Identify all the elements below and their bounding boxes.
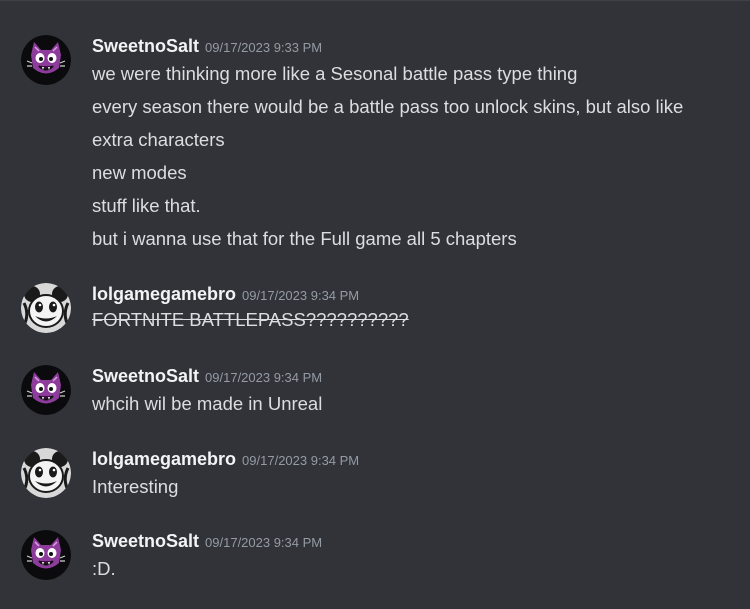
username[interactable]: SweetnoSalt [92,36,199,56]
message-header: lolgamegamebro 09/17/2023 9:34 PM [92,283,359,305]
message-header: lolgamegamebro 09/17/2023 9:34 PM [92,448,359,470]
username[interactable]: SweetnoSalt [92,366,199,386]
timestamp[interactable]: 09/17/2023 9:33 PM [205,40,322,55]
mascot-avatar-icon [21,448,71,498]
message-text: stuff like that. [92,195,201,216]
avatar[interactable] [21,448,71,498]
timestamp[interactable]: 09/17/2023 9:34 PM [205,535,322,550]
avatar[interactable] [21,35,71,85]
avatar[interactable] [21,283,71,333]
avatar[interactable] [21,530,71,580]
mascot-avatar-icon [21,283,71,333]
avatar[interactable] [21,365,71,415]
timestamp[interactable]: 09/17/2023 9:34 PM [242,288,359,303]
cat-avatar-icon [21,530,71,580]
username[interactable]: lolgamegamebro [92,284,236,304]
username[interactable]: lolgamegamebro [92,449,236,469]
message-text: FORTNITE BATTLEPASS?????????? [92,309,409,330]
message-header: SweetnoSalt 09/17/2023 9:33 PM [92,35,322,57]
message-text: Interesting [92,476,179,497]
timestamp[interactable]: 09/17/2023 9:34 PM [242,453,359,468]
timestamp[interactable]: 09/17/2023 9:34 PM [205,370,322,385]
message-text: :D. [92,558,116,579]
chat-message-list: SweetnoSalt 09/17/2023 9:33 PM we were th… [0,0,750,609]
message-header: SweetnoSalt 09/17/2023 9:34 PM [92,530,322,552]
message-text: but i wanna use that for the Full game a… [92,228,517,249]
message-header: SweetnoSalt 09/17/2023 9:34 PM [92,365,322,387]
cat-avatar-icon [21,35,71,85]
message-text: whcih wil be made in Unreal [92,393,323,414]
message-text: extra characters [92,129,225,150]
username[interactable]: SweetnoSalt [92,531,199,551]
message-text: new modes [92,162,187,183]
cat-avatar-icon [21,365,71,415]
message-text: we were thinking more like a Sesonal bat… [92,63,578,84]
message-text: every season there would be a battle pas… [92,96,684,117]
